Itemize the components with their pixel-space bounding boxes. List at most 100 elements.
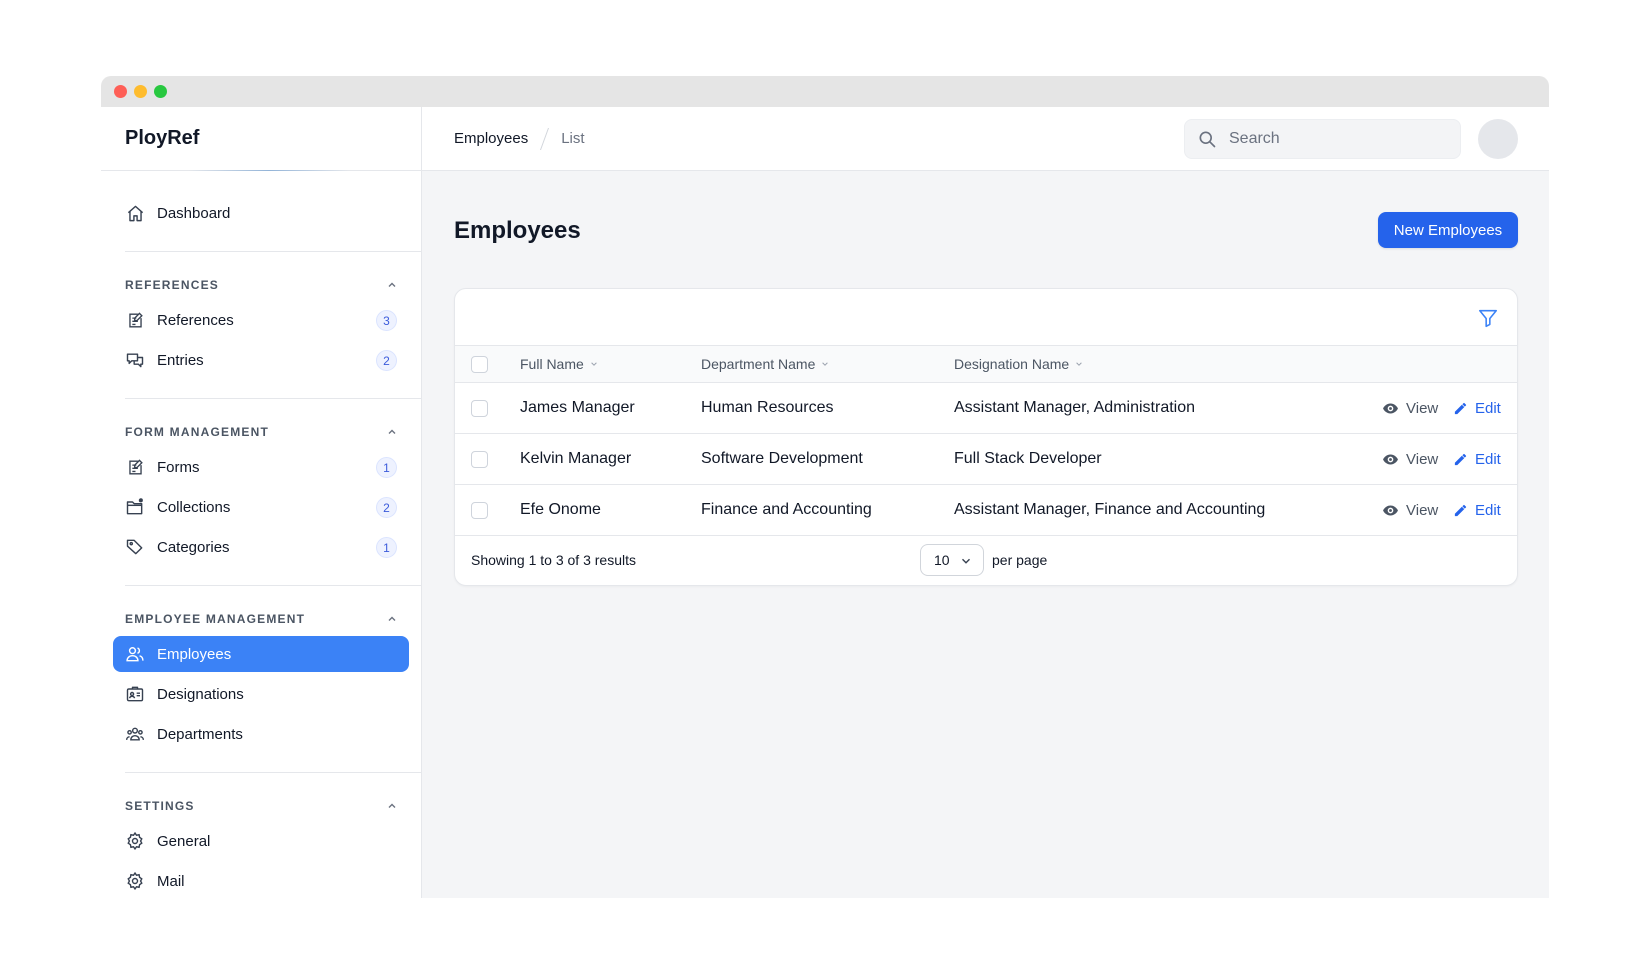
section-title: EMPLOYEE MANAGEMENT bbox=[125, 612, 306, 626]
eye-icon bbox=[1383, 454, 1398, 464]
sidebar-item-forms[interactable]: Forms 1 bbox=[113, 449, 409, 485]
edit-button[interactable]: Edit bbox=[1453, 502, 1501, 519]
main-content: Employees List Employees New Employees bbox=[422, 107, 1549, 898]
section-header-references[interactable]: REFERENCES bbox=[101, 272, 421, 298]
sidebar-item-label: Forms bbox=[157, 458, 200, 476]
breadcrumb-list: List bbox=[561, 130, 585, 147]
search-icon bbox=[1199, 131, 1216, 148]
filter-icon[interactable] bbox=[1477, 307, 1499, 329]
window-titlebar bbox=[101, 76, 1549, 107]
sidebar-item-categories[interactable]: Categories 1 bbox=[113, 529, 409, 565]
minimize-window-button[interactable] bbox=[134, 85, 147, 98]
sidebar-item-references[interactable]: References 3 bbox=[113, 302, 409, 338]
chevron-up-icon bbox=[388, 429, 396, 434]
sidebar-item-departments[interactable]: Departments bbox=[113, 716, 409, 752]
topbar: Employees List bbox=[422, 107, 1549, 171]
gear-icon bbox=[125, 831, 145, 851]
view-label: View bbox=[1406, 399, 1439, 417]
view-label: View bbox=[1406, 450, 1439, 468]
search-box[interactable] bbox=[1184, 119, 1461, 159]
column-header-label: Department Name bbox=[701, 356, 816, 372]
view-button[interactable]: View bbox=[1382, 400, 1438, 417]
breadcrumb-employees[interactable]: Employees bbox=[454, 130, 528, 147]
sidebar-item-label: General bbox=[157, 832, 211, 850]
section-header-form-management[interactable]: FORM MANAGEMENT bbox=[101, 419, 421, 445]
new-employees-button[interactable]: New Employees bbox=[1378, 212, 1518, 248]
sidebar-item-label: Employees bbox=[157, 645, 232, 663]
view-button[interactable]: View bbox=[1382, 502, 1438, 519]
sort-chevron-icon bbox=[591, 362, 597, 366]
tag-icon bbox=[125, 537, 145, 557]
section-title: FORM MANAGEMENT bbox=[125, 425, 269, 439]
count-badge: 1 bbox=[376, 537, 397, 558]
sidebar-item-label: Designations bbox=[157, 685, 244, 703]
column-header-label: Full Name bbox=[520, 356, 584, 372]
chevron-down-icon bbox=[962, 558, 970, 564]
table-header: Full Name Department Name Designation Na… bbox=[455, 346, 1517, 383]
avatar[interactable] bbox=[1478, 119, 1518, 159]
edit-button[interactable]: Edit bbox=[1453, 400, 1501, 417]
table-toolbar bbox=[455, 289, 1517, 346]
brand-logo[interactable]: PloyRef bbox=[101, 107, 421, 171]
app-window: PloyRef Dashboard REFERENCES References … bbox=[101, 76, 1549, 898]
row-checkbox[interactable] bbox=[471, 501, 488, 519]
sidebar-item-dashboard[interactable]: Dashboard bbox=[113, 195, 409, 231]
column-header-designation-name[interactable]: Designation Name bbox=[954, 356, 1083, 372]
sidebar-item-label: Collections bbox=[157, 498, 231, 516]
id-card-icon bbox=[125, 684, 145, 704]
row-checkbox[interactable] bbox=[471, 399, 488, 417]
table-row: Kelvin Manager Software Development Full… bbox=[455, 434, 1517, 485]
sidebar-item-collections[interactable]: Collections 2 bbox=[113, 489, 409, 525]
home-icon bbox=[125, 203, 145, 223]
cell-full-name: James Manager bbox=[520, 399, 635, 416]
chevron-up-icon bbox=[388, 803, 396, 808]
view-label: View bbox=[1406, 501, 1439, 519]
section-header-settings[interactable]: SETTINGS bbox=[101, 793, 421, 819]
sidebar-item-label: Dashboard bbox=[157, 204, 231, 222]
edit-label: Edit bbox=[1475, 450, 1501, 468]
form-document-icon bbox=[125, 310, 145, 330]
pencil-icon bbox=[1454, 453, 1467, 465]
sidebar-item-mail[interactable]: Mail bbox=[113, 863, 409, 898]
search-input[interactable] bbox=[1229, 130, 1429, 148]
chevron-up-icon bbox=[388, 616, 396, 621]
view-button[interactable]: View bbox=[1382, 451, 1438, 468]
section-title: SETTINGS bbox=[125, 799, 195, 813]
table-footer: Showing 1 to 3 of 3 results 10 per page bbox=[455, 536, 1517, 584]
count-badge: 2 bbox=[376, 497, 397, 518]
breadcrumb: Employees List bbox=[454, 127, 585, 150]
close-window-button[interactable] bbox=[114, 85, 127, 98]
sidebar-item-label: Departments bbox=[157, 725, 243, 743]
breadcrumb-separator bbox=[540, 127, 550, 150]
count-badge: 3 bbox=[376, 310, 397, 331]
per-page-label: per page bbox=[992, 552, 1048, 568]
table-row: Efe Onome Finance and Accounting Assista… bbox=[455, 485, 1517, 536]
count-badge: 1 bbox=[376, 457, 397, 478]
eye-icon bbox=[1383, 505, 1398, 515]
folder-icon bbox=[125, 497, 145, 517]
select-all-checkbox[interactable] bbox=[471, 355, 488, 373]
column-header-full-name[interactable]: Full Name bbox=[520, 356, 598, 372]
cell-designation: Assistant Manager, Finance and Accountin… bbox=[954, 501, 1266, 518]
chat-bubbles-icon bbox=[125, 350, 145, 370]
sidebar-item-employees[interactable]: Employees bbox=[113, 636, 409, 672]
sidebar-item-label: Categories bbox=[157, 538, 230, 556]
user-group-icon bbox=[125, 724, 145, 744]
cell-full-name: Efe Onome bbox=[520, 501, 601, 518]
gear-icon bbox=[125, 871, 145, 891]
per-page-select[interactable]: 10 bbox=[920, 544, 984, 576]
sidebar-item-general[interactable]: General bbox=[113, 823, 409, 859]
cell-designation: Assistant Manager, Administration bbox=[954, 399, 1196, 416]
form-document-icon bbox=[125, 457, 145, 477]
column-header-department-name[interactable]: Department Name bbox=[701, 356, 829, 372]
page-title: Employees bbox=[454, 217, 581, 244]
section-header-employee-management[interactable]: EMPLOYEE MANAGEMENT bbox=[101, 606, 421, 632]
cell-department: Human Resources bbox=[701, 399, 834, 416]
per-page-value: 10 bbox=[934, 552, 950, 568]
cell-designation: Full Stack Developer bbox=[954, 450, 1102, 467]
edit-button[interactable]: Edit bbox=[1453, 451, 1501, 468]
sidebar-item-entries[interactable]: Entries 2 bbox=[113, 342, 409, 378]
sidebar-item-designations[interactable]: Designations bbox=[113, 676, 409, 712]
maximize-window-button[interactable] bbox=[154, 85, 167, 98]
row-checkbox[interactable] bbox=[471, 450, 488, 468]
